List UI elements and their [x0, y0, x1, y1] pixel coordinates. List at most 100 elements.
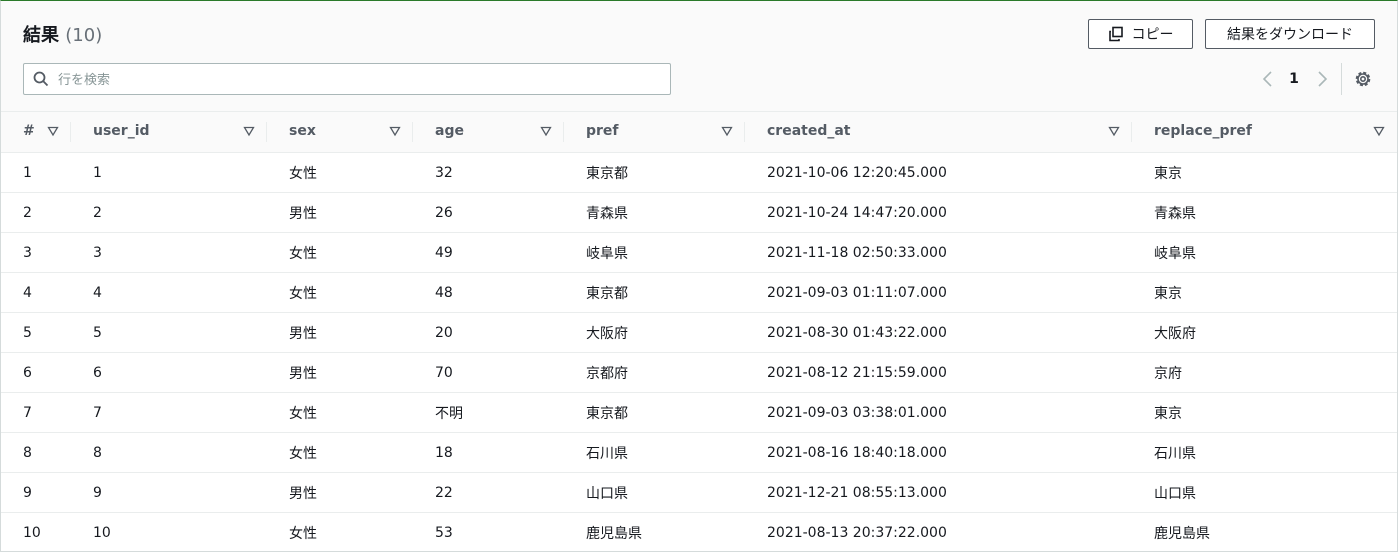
- cell-user-id: 1: [93, 164, 102, 181]
- column-header-created-at[interactable]: created_at: [745, 112, 1132, 153]
- results-header: 結果 (10) コピー 結果をダウンロード 1: [1, 1, 1397, 111]
- cell-pref: 青森県: [586, 205, 628, 222]
- results-table: # user_id sex age pref created_at replac…: [1, 111, 1397, 552]
- cell-sex: 女性: [289, 445, 317, 462]
- cell-age: 22: [435, 484, 453, 501]
- cell-sex: 男性: [289, 325, 317, 342]
- row-search-box[interactable]: [23, 63, 671, 95]
- table-row: 5 5 男性 20 大阪府 2021-08-30 01:43:22.000 大阪…: [1, 313, 1397, 353]
- next-page-chevron-icon[interactable]: [1312, 67, 1332, 91]
- table-header-row: # user_id sex age pref created_at replac…: [1, 111, 1397, 153]
- download-results-button[interactable]: 結果をダウンロード: [1205, 19, 1375, 49]
- cell-user-id: 6: [93, 364, 102, 381]
- sort-caret-icon[interactable]: [243, 125, 255, 137]
- cell-sex: 女性: [289, 405, 317, 422]
- cell-created-at: 2021-09-03 03:38:01.000: [767, 404, 947, 421]
- results-count: (10): [65, 25, 103, 46]
- table-row: 7 7 女性 不明 東京都 2021-09-03 03:38:01.000 東京: [1, 393, 1397, 433]
- cell-created-at: 2021-10-24 14:47:20.000: [767, 204, 947, 221]
- cell-pref: 石川県: [586, 445, 628, 462]
- cell-age: 18: [435, 444, 453, 461]
- cell-pref: 山口県: [586, 485, 628, 502]
- cell-pref: 大阪府: [586, 325, 628, 342]
- cell-pref: 岐阜県: [586, 245, 628, 262]
- cell-replace-pref: 岐阜県: [1154, 245, 1196, 262]
- cell-age: 32: [435, 164, 453, 181]
- cell-user-id: 3: [93, 244, 102, 261]
- copy-button[interactable]: コピー: [1088, 19, 1193, 49]
- table-row: 2 2 男性 26 青森県 2021-10-24 14:47:20.000 青森…: [1, 193, 1397, 233]
- sort-caret-icon[interactable]: [540, 125, 552, 137]
- cell-pref: 鹿児島県: [586, 525, 642, 542]
- copy-icon: [1108, 26, 1123, 42]
- settings-gear-icon[interactable]: [1352, 68, 1374, 90]
- cell-created-at: 2021-12-21 08:55:13.000: [767, 484, 947, 501]
- column-header-pref[interactable]: pref: [564, 112, 745, 153]
- cell-pref: 東京都: [586, 285, 628, 302]
- cell-index: 1: [23, 164, 32, 181]
- column-header-sex[interactable]: sex: [267, 112, 413, 153]
- cell-replace-pref: 東京: [1154, 405, 1182, 422]
- cell-user-id: 5: [93, 324, 102, 341]
- table-row: 1 1 女性 32 東京都 2021-10-06 12:20:45.000 東京: [1, 153, 1397, 193]
- table-row: 10 10 女性 53 鹿児島県 2021-08-13 20:37:22.000…: [1, 513, 1397, 552]
- cell-age: 49: [435, 244, 453, 261]
- cell-user-id: 2: [93, 204, 102, 221]
- column-header-replace-pref[interactable]: replace_pref: [1132, 112, 1397, 153]
- copy-button-label: コピー: [1131, 27, 1174, 43]
- current-page-number[interactable]: 1: [1284, 67, 1304, 91]
- cell-index: 3: [23, 244, 32, 261]
- cell-age: 20: [435, 324, 453, 341]
- column-header-index[interactable]: #: [1, 112, 71, 153]
- cell-created-at: 2021-08-12 21:15:59.000: [767, 364, 947, 381]
- column-header-age[interactable]: age: [413, 112, 564, 153]
- cell-sex: 女性: [289, 525, 317, 542]
- cell-created-at: 2021-11-18 02:50:33.000: [767, 244, 947, 261]
- previous-page-chevron-icon[interactable]: [1258, 67, 1278, 91]
- table-row: 9 9 男性 22 山口県 2021-12-21 08:55:13.000 山口…: [1, 473, 1397, 513]
- cell-replace-pref: 東京: [1154, 165, 1182, 182]
- results-title: 結果 (10): [23, 21, 102, 47]
- cell-age: 26: [435, 204, 453, 221]
- cell-age: 48: [435, 284, 453, 301]
- cell-index: 9: [23, 484, 32, 501]
- cell-pref: 東京都: [586, 405, 628, 422]
- cell-age: 70: [435, 364, 453, 381]
- cell-pref: 京都府: [586, 365, 628, 382]
- cell-pref: 東京都: [586, 165, 628, 182]
- cell-created-at: 2021-08-16 18:40:18.000: [767, 444, 947, 461]
- cell-index: 7: [23, 404, 32, 421]
- sort-caret-icon[interactable]: [721, 125, 733, 137]
- pager-divider: [1341, 63, 1342, 95]
- sort-caret-icon[interactable]: [47, 125, 59, 137]
- cell-sex: 男性: [289, 205, 317, 222]
- table-row: 3 3 女性 49 岐阜県 2021-11-18 02:50:33.000 岐阜…: [1, 233, 1397, 273]
- cell-sex: 女性: [289, 165, 317, 182]
- cell-created-at: 2021-08-13 20:37:22.000: [767, 524, 947, 541]
- table-row: 6 6 男性 70 京都府 2021-08-12 21:15:59.000 京府: [1, 353, 1397, 393]
- cell-age: 53: [435, 524, 453, 541]
- sort-caret-icon[interactable]: [1373, 125, 1385, 137]
- results-title-text: 結果: [23, 25, 59, 46]
- cell-replace-pref: 石川県: [1154, 445, 1196, 462]
- cell-user-id: 4: [93, 284, 102, 301]
- cell-user-id: 8: [93, 444, 102, 461]
- sort-caret-icon[interactable]: [1108, 125, 1120, 137]
- cell-sex: 男性: [289, 485, 317, 502]
- cell-replace-pref: 東京: [1154, 285, 1182, 302]
- cell-age: 不明: [435, 405, 463, 422]
- cell-replace-pref: 青森県: [1154, 205, 1196, 222]
- cell-index: 4: [23, 284, 32, 301]
- cell-user-id: 7: [93, 404, 102, 421]
- row-search-input[interactable]: [56, 65, 660, 95]
- cell-user-id: 10: [93, 524, 111, 541]
- cell-replace-pref: 大阪府: [1154, 325, 1196, 342]
- column-header-user-id[interactable]: user_id: [71, 112, 267, 153]
- cell-index: 6: [23, 364, 32, 381]
- sort-caret-icon[interactable]: [389, 125, 401, 137]
- cell-created-at: 2021-08-30 01:43:22.000: [767, 324, 947, 341]
- cell-index: 8: [23, 444, 32, 461]
- table-row: 8 8 女性 18 石川県 2021-08-16 18:40:18.000 石川…: [1, 433, 1397, 473]
- cell-created-at: 2021-10-06 12:20:45.000: [767, 164, 947, 181]
- cell-replace-pref: 京府: [1154, 365, 1182, 382]
